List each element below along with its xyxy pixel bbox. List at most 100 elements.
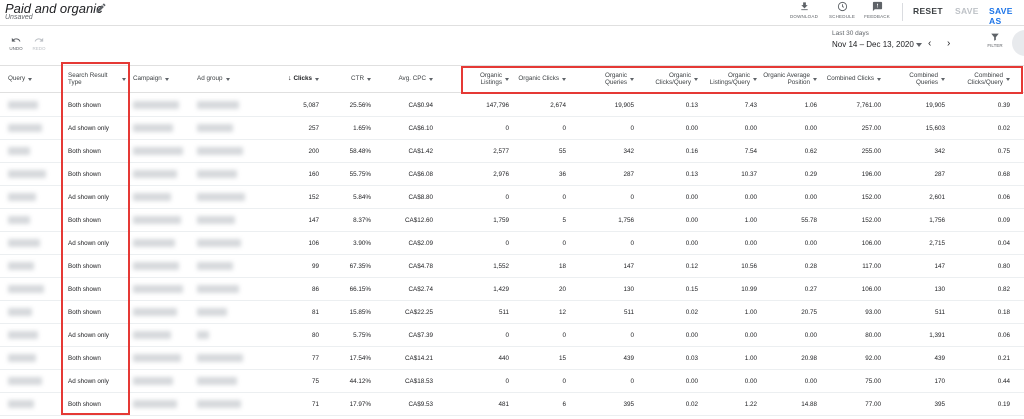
column-menu-icon[interactable]	[164, 77, 169, 81]
redacted-query	[8, 262, 34, 270]
column-menu-icon[interactable]	[941, 77, 945, 81]
column-header-org_cq[interactable]: Organic Clicks/Query	[646, 66, 698, 92]
table-row[interactable]: Both shown 99 67.35% CA$4.78 1,552 18 147 0.12 1…	[0, 255, 1024, 278]
table-row[interactable]: Both shown 77 17.54% CA$14.21 440 15 439 0.03 1.…	[0, 347, 1024, 370]
download-button[interactable]: DOWNLOAD	[784, 1, 824, 19]
date-dropdown-icon[interactable]	[916, 43, 922, 47]
table-row[interactable]: Ad shown only 75 44.12% CA$18.53 0 0 0 0.00 0.00…	[0, 370, 1024, 393]
edit-pencil-icon[interactable]	[95, 2, 107, 14]
column-menu-icon[interactable]	[28, 77, 33, 81]
redacted-ad-group	[197, 331, 209, 339]
table-row[interactable]: Both shown 160 55.75% CA$6.08 2,976 36 287 0.13…	[0, 163, 1024, 186]
table-row[interactable]: Ad shown only 80 5.75% CA$7.39 0 0 0 0.00 0.00 0.…	[0, 324, 1024, 347]
cell-org_pos: 20.98	[801, 355, 817, 362]
cell-org_pos: 0.28	[804, 263, 817, 270]
table-row[interactable]: Both shown 200 58.48% CA$1.42 2,577 55 342 0.16…	[0, 140, 1024, 163]
feedback-button[interactable]: FEEDBACK	[857, 1, 897, 19]
column-menu-icon[interactable]	[505, 77, 509, 81]
cell-org_queries: 439	[623, 355, 634, 362]
column-header-query[interactable]: Query	[8, 66, 58, 92]
redacted-ad-group	[197, 124, 233, 132]
cell-clicks: 160	[308, 171, 319, 178]
cell-org_listings: 2,976	[493, 171, 509, 178]
undo-button[interactable]: UNDO	[5, 35, 27, 51]
table-row[interactable]: Ad shown only 106 3.90% CA$2.09 0 0 0 0.00 0.00 0…	[0, 232, 1024, 255]
redacted-query	[8, 377, 42, 385]
table-row[interactable]: Both shown 71 17.97% CA$9.53 481 6 395 0.02 1.22…	[0, 393, 1024, 416]
table-row[interactable]: Ad shown only 152 5.84% CA$8.80 0 0 0 0.00 0.00 0…	[0, 186, 1024, 209]
save-button[interactable]: SAVE	[955, 6, 979, 16]
column-menu-icon[interactable]	[1006, 77, 1010, 81]
schedule-button[interactable]: SCHEDULE	[822, 1, 862, 19]
column-menu-icon[interactable]	[877, 77, 881, 81]
cell-ctr: 17.54%	[349, 355, 371, 362]
column-header-adgroup[interactable]: Ad group	[197, 66, 257, 92]
column-header-label: Ad group	[197, 75, 223, 83]
column-menu-icon[interactable]	[694, 77, 698, 81]
cell-org_lq: 0.00	[744, 378, 757, 385]
cell-org_clicks: 0	[562, 240, 566, 247]
cell-cpc: CA$1.42	[408, 148, 433, 155]
filter-button[interactable]: FILTER	[983, 32, 1007, 48]
column-menu-icon[interactable]	[429, 77, 433, 81]
download-icon	[800, 2, 808, 11]
cell-org_pos: 0.00	[804, 125, 817, 132]
cell-org_clicks: 18	[558, 263, 566, 270]
cell-org_lq: 7.54	[744, 148, 757, 155]
column-header-label: Organic Average Position	[763, 71, 810, 87]
column-menu-icon[interactable]	[315, 77, 319, 81]
save-as-button[interactable]: SAVE AS	[989, 6, 1024, 26]
redacted-campaign	[133, 285, 183, 293]
cell-org_cq: 0.13	[685, 171, 698, 178]
cell-comb_queries: 2,715	[929, 240, 945, 247]
column-header-comb_cq[interactable]: Combined Clicks/Query	[953, 66, 1010, 92]
column-header-comb_clicks[interactable]: Combined Clicks	[824, 66, 881, 92]
column-header-org_clicks[interactable]: Organic Clicks	[514, 66, 566, 92]
cell-org_listings: 0	[505, 240, 509, 247]
redacted-ad-group	[197, 262, 233, 270]
table-header: Query Search Result Type Campaign Ad group ↓…	[0, 65, 1024, 93]
column-header-clicks[interactable]: ↓ Clicks	[262, 66, 319, 92]
cell-org_clicks: 0	[562, 194, 566, 201]
column-menu-icon[interactable]	[367, 77, 371, 81]
table-row[interactable]: Ad shown only 257 1.65% CA$6.10 0 0 0 0.00 0.00 0…	[0, 117, 1024, 140]
account-avatar[interactable]	[1012, 30, 1024, 56]
cell-org_pos: 0.29	[804, 171, 817, 178]
cell-org_pos: 0.00	[804, 378, 817, 385]
chevron-left-icon[interactable]: ‹	[928, 38, 931, 49]
cell-clicks: 257	[308, 125, 319, 132]
column-menu-icon[interactable]	[122, 77, 126, 81]
column-menu-icon[interactable]	[813, 77, 817, 81]
column-header-campaign[interactable]: Campaign	[133, 66, 191, 92]
column-menu-icon[interactable]	[753, 77, 757, 81]
cell-comb_cq: 0.04	[997, 240, 1010, 247]
table-row[interactable]: Both shown 147 8.37% CA$12.60 1,759 5 1,756 0.0…	[0, 209, 1024, 232]
reset-button[interactable]: RESET	[913, 6, 943, 16]
redo-button[interactable]: REDO	[28, 35, 50, 51]
redacted-query	[8, 216, 30, 224]
cell-comb_queries: 287	[934, 171, 945, 178]
redacted-ad-group	[197, 101, 239, 109]
column-header-org_pos[interactable]: Organic Average Position	[762, 66, 817, 92]
chevron-right-icon[interactable]: ›	[947, 38, 950, 49]
cell-org_listings: 0	[505, 332, 509, 339]
column-header-ctr[interactable]: CTR	[330, 66, 371, 92]
column-header-type[interactable]: Search Result Type	[68, 66, 126, 92]
table-row[interactable]: Both shown 86 66.15% CA$2.74 1,429 20 130 0.15 1…	[0, 278, 1024, 301]
date-range-value[interactable]: Nov 14 – Dec 13, 2020	[832, 40, 914, 49]
undo-icon	[11, 37, 21, 42]
column-menu-icon[interactable]	[630, 77, 634, 81]
column-header-cpc[interactable]: Avg. CPC	[385, 66, 433, 92]
column-header-org_lq[interactable]: Organic Listings/Query	[703, 66, 757, 92]
cell-org_queries: 342	[623, 148, 634, 155]
column-header-org_queries[interactable]: Organic Queries	[582, 66, 634, 92]
column-header-org_listings[interactable]: Organic Listings	[464, 66, 509, 92]
cell-org_clicks: 12	[558, 309, 566, 316]
table-row[interactable]: Both shown 5,087 25.56% CA$0.94 147,796 2,674…	[0, 94, 1024, 117]
column-header-label: Clicks	[293, 75, 312, 83]
column-menu-icon[interactable]	[225, 77, 230, 81]
table-row[interactable]: Both shown 81 15.85% CA$22.25 511 12 511 0.02 1.…	[0, 301, 1024, 324]
column-menu-icon[interactable]	[562, 77, 566, 81]
column-header-comb_queries[interactable]: Combined Queries	[888, 66, 945, 92]
cell-clicks: 86	[311, 286, 319, 293]
